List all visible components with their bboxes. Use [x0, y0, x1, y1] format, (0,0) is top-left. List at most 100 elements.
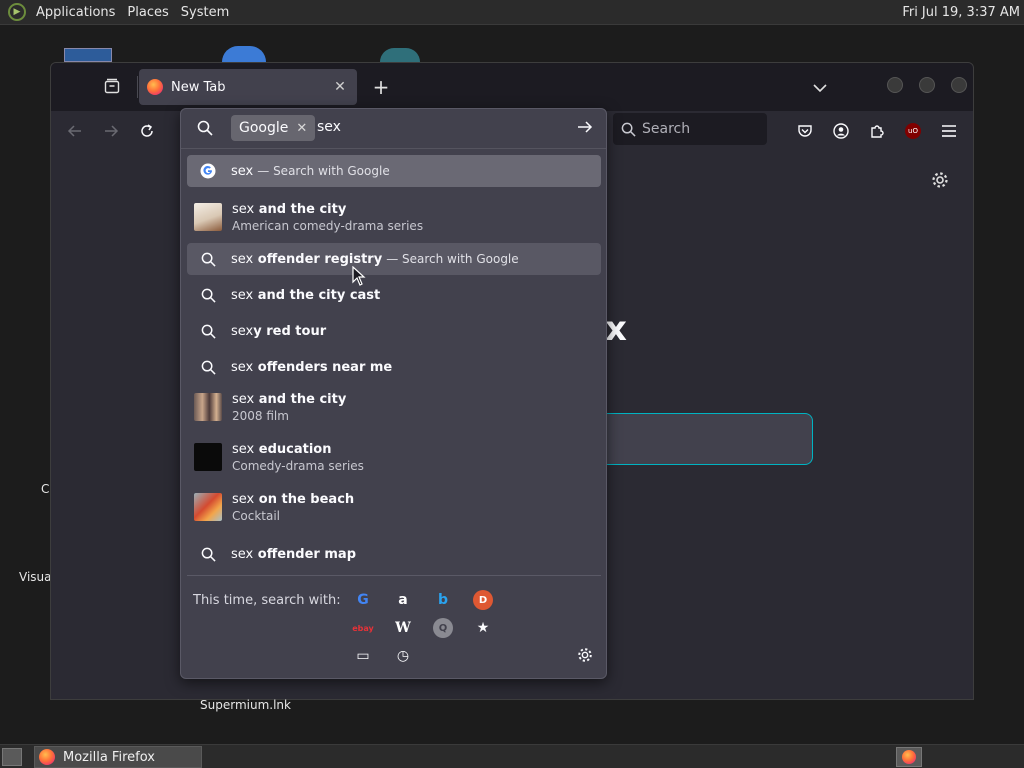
firefox-taskbar-icon	[39, 749, 55, 765]
account-button[interactable]	[829, 119, 853, 143]
result-suggested-part: offender map	[253, 546, 356, 562]
mouse-cursor-icon	[352, 266, 366, 286]
search-icon	[197, 120, 213, 140]
result-text: sex — Search with Google	[231, 164, 390, 179]
list-all-tabs-chevron-icon[interactable]	[809, 77, 831, 99]
result-action: — Search with Google	[257, 163, 390, 178]
result-suggested-part: and the city cast	[253, 287, 381, 303]
ublock-button[interactable]: uO	[901, 119, 925, 143]
show-desktop-button[interactable]	[2, 748, 22, 766]
result-row[interactable]: sex and the city American comedy-drama se…	[187, 197, 601, 237]
urlbar-input[interactable]: sex	[317, 119, 341, 135]
extensions-button[interactable]	[865, 119, 889, 143]
tabs-icon[interactable]: ▭	[353, 646, 373, 666]
tab-new-tab[interactable]: New Tab ✕	[139, 69, 357, 105]
bing-engine-icon[interactable]: b	[433, 590, 453, 610]
result-row[interactable]: sex on the beach Cocktail	[187, 487, 601, 527]
tab-close-icon[interactable]: ✕	[331, 78, 349, 96]
menu-places[interactable]: Places	[121, 5, 174, 20]
maximize-button[interactable]	[919, 77, 935, 93]
result-title: sex and the city	[232, 392, 346, 407]
urlbar-input-row[interactable]: Google ✕ sex	[181, 109, 606, 149]
desktop-label-supermium[interactable]: Supermium.lnk	[200, 698, 291, 712]
go-arrow-icon[interactable]	[577, 119, 593, 139]
desktop-icon-monitor[interactable]	[64, 48, 112, 62]
result-typed-part: sex	[232, 491, 255, 507]
result-row[interactable]: sex and the city 2008 film	[187, 387, 601, 427]
tab-title: New Tab	[171, 79, 226, 95]
reload-button[interactable]	[135, 119, 159, 143]
result-title: sex offender map	[231, 547, 356, 562]
pocket-button[interactable]	[793, 119, 817, 143]
app-menu-button[interactable]	[937, 119, 961, 143]
result-typed-part: sex	[231, 323, 254, 339]
desktop-label-c[interactable]: C	[41, 482, 49, 496]
chip-close-icon[interactable]: ✕	[296, 121, 307, 136]
desktop-icon-browser[interactable]	[222, 46, 266, 62]
result-subtitle: Cocktail	[232, 508, 280, 523]
result-row[interactable]: sex education Comedy-drama series	[187, 437, 601, 477]
result-typed-part: sex	[231, 359, 254, 375]
ublock-origin-icon: uO	[905, 123, 921, 139]
thumbnail-cocktail-icon	[194, 493, 222, 521]
tray-firefox-button[interactable]	[896, 747, 922, 767]
result-suggested-part: offenders near me	[253, 359, 393, 375]
back-button[interactable]	[63, 119, 87, 143]
wikipedia-engine-icon[interactable]: W	[393, 618, 413, 638]
firefox-favicon-icon	[147, 79, 163, 95]
applications-logo-icon[interactable]: ▶	[8, 3, 26, 21]
result-suggested-part: on the beach	[254, 491, 355, 507]
new-tab-button[interactable]: +	[369, 75, 393, 99]
result-title: sex education	[232, 442, 364, 457]
result-suggested-part: and the city	[254, 201, 347, 217]
engine-chip-label: Google	[239, 120, 289, 136]
history-icon[interactable]: ◷	[393, 646, 413, 666]
search-engine-chip[interactable]: Google ✕	[231, 115, 316, 141]
close-window-button[interactable]	[951, 77, 967, 93]
result-row[interactable]: sexy red tour	[187, 315, 601, 347]
search-settings-gear-icon[interactable]	[577, 647, 593, 667]
desktop-label-visua[interactable]: Visua	[19, 570, 52, 584]
taskbar-window-label: Mozilla Firefox	[63, 749, 155, 765]
menu-system[interactable]: System	[175, 5, 235, 20]
qwant-engine-icon[interactable]: Q	[433, 618, 453, 638]
result-typed-part: sex	[232, 441, 255, 457]
forward-arrow-icon	[105, 125, 119, 137]
result-title: sexy red tour	[231, 324, 326, 339]
result-typed-part: sex	[231, 546, 254, 562]
tab-bar: New Tab ✕ +	[51, 63, 973, 111]
firefox-view-button[interactable]	[101, 75, 123, 97]
forward-button[interactable]	[99, 119, 123, 143]
result-row[interactable]: sex offender registry — Search with Googl…	[187, 243, 601, 275]
result-typed-part: sex	[231, 287, 254, 303]
desktop-icon-app[interactable]	[380, 48, 420, 62]
urlbar-dropdown: Google ✕ sex sex — Search with Google sex …	[180, 108, 607, 679]
panel-clock[interactable]: Fri Jul 19, 3:37 AM	[902, 5, 1024, 20]
firefox-wordmark-fragment: x	[605, 309, 627, 349]
result-row[interactable]: sex offenders near me	[187, 351, 601, 383]
result-title: sex and the city	[232, 202, 423, 217]
page-search-field[interactable]	[605, 413, 813, 465]
result-row[interactable]: sex and the city cast	[187, 279, 601, 311]
minimize-button[interactable]	[887, 77, 903, 93]
google-engine-icon[interactable]: G	[353, 590, 373, 610]
ebay-engine-icon[interactable]: ebay	[352, 618, 374, 638]
result-suggested-part: y red tour	[253, 323, 327, 339]
one-off-separator	[187, 575, 601, 576]
tray-firefox-icon	[902, 750, 916, 764]
thumbnail-film-icon	[194, 393, 222, 421]
menu-applications[interactable]: Applications	[30, 5, 121, 20]
toolbar-search-box[interactable]: Search	[613, 113, 767, 145]
taskbar-firefox-button[interactable]: Mozilla Firefox	[34, 746, 202, 768]
result-row[interactable]: sex — Search with Google	[187, 155, 601, 187]
duckduckgo-engine-icon[interactable]: D	[473, 590, 493, 610]
search-box-placeholder: Search	[642, 121, 691, 137]
panel-menu: ▶ Applications Places System	[0, 0, 235, 25]
personalize-gear-icon[interactable]	[931, 171, 949, 193]
result-text: sex education Comedy-drama series	[232, 442, 364, 473]
result-action: — Search with Google	[386, 251, 519, 266]
result-subtitle: Comedy-drama series	[232, 458, 364, 473]
result-row[interactable]: sex offender map	[187, 538, 601, 570]
amazon-engine-icon[interactable]: a	[393, 590, 413, 610]
bookmarks-icon[interactable]: ★	[473, 618, 493, 638]
